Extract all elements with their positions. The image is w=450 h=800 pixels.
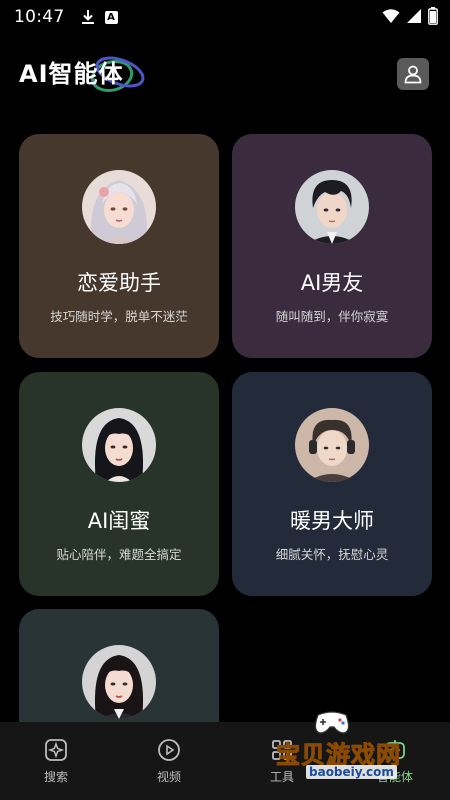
- agent-card-ai-boyfriend[interactable]: AI男友 随叫随到，伴你寂寞: [232, 134, 432, 358]
- search-sparkle-icon: [45, 739, 67, 761]
- app-header: AI智能体: [0, 48, 450, 100]
- user-icon: [404, 65, 422, 84]
- status-bar: 10:47 A: [0, 0, 450, 34]
- status-time: 10:47: [14, 7, 65, 27]
- avatar-ai-bestie: [82, 408, 156, 482]
- card-title: 恋爱助手: [77, 271, 161, 295]
- agent-card-warm-master[interactable]: 暖男大师 细腻关怀，抚慰心灵: [232, 372, 432, 596]
- card-title: 暖男大师: [290, 509, 374, 533]
- bottom-navigation: 搜索 视频 工具 智能体: [0, 722, 450, 800]
- nav-label: 视频: [156, 770, 181, 784]
- profile-button[interactable]: [397, 58, 429, 90]
- nav-item-video[interactable]: 视频: [139, 738, 199, 785]
- page-title: AI智能体: [19, 60, 124, 88]
- agent-card-ai-bestie[interactable]: AI闺蜜 贴心陪伴，难题全搞定: [19, 372, 219, 596]
- nav-item-search[interactable]: 搜索: [26, 738, 86, 785]
- nav-label: 搜索: [43, 770, 68, 784]
- a-badge-icon: A: [104, 10, 118, 24]
- play-circle-icon: [158, 739, 180, 761]
- nav-label: 智能体: [376, 770, 413, 784]
- wifi-icon: [382, 9, 400, 23]
- signal-icon: [407, 9, 421, 23]
- agent-icon: [385, 740, 405, 759]
- card-description: 贴心陪伴，难题全搞定: [56, 547, 182, 562]
- card-description: 细腻关怀，抚慰心灵: [275, 547, 389, 562]
- nav-label: 工具: [269, 770, 294, 784]
- nav-item-agent[interactable]: 智能体: [365, 738, 425, 785]
- status-notifications: A: [81, 9, 118, 25]
- avatar-warm-master: [295, 408, 369, 482]
- avatar-fifth: [82, 645, 156, 719]
- card-description: 技巧随时学，脱单不迷茫: [50, 309, 188, 324]
- download-icon: [81, 10, 94, 24]
- card-title: AI闺蜜: [87, 509, 151, 533]
- tools-icon: [272, 740, 292, 760]
- agent-card-fifth[interactable]: [19, 609, 219, 722]
- card-description: 随叫随到，伴你寂寞: [275, 309, 389, 324]
- battery-icon: [428, 7, 438, 25]
- nav-item-tools[interactable]: 工具: [252, 738, 312, 785]
- card-title: AI男友: [300, 271, 364, 295]
- avatar-love-assistant: [82, 170, 156, 244]
- agent-card-love-assistant[interactable]: 恋爱助手 技巧随时学，脱单不迷茫: [19, 134, 219, 358]
- avatar-ai-boyfriend: [295, 170, 369, 244]
- status-system-icons: [382, 7, 438, 25]
